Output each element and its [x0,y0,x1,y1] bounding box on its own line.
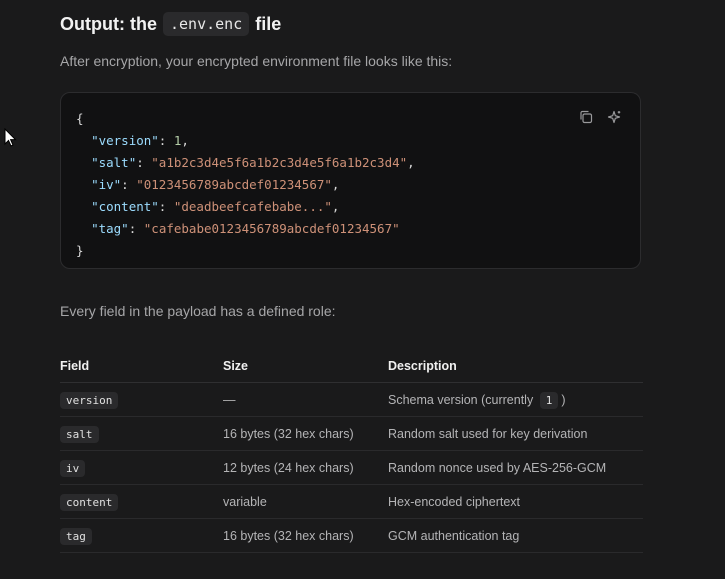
cell-description: Random salt used for key derivation [388,416,643,451]
heading-suffix: file [255,13,282,34]
table-row: salt 16 bytes (32 hex chars) Random salt u… [60,416,643,451]
cell-description: Schema version (currently 1) [388,382,643,417]
header-field: Field [60,349,223,383]
field-name-code: version [60,391,119,409]
json-key: "iv" [91,177,122,192]
code-actions [578,109,622,125]
cell-field: tag [60,518,223,553]
code-block: { "version": 1, "salt": "a1b2c3d4e5f6a1b… [60,92,641,269]
table-row: content variable Hex-encoded ciphertext [60,484,643,519]
field-name-code: tag [60,527,92,545]
cell-size: 16 bytes (32 hex chars) [223,416,388,451]
description-text: Hex-encoded ciphertext [388,494,521,509]
cell-description: Hex-encoded ciphertext [388,484,643,519]
cell-field: version [60,382,223,417]
description-text: Random salt used for key derivation [388,426,588,441]
field-name-code: content [60,493,119,511]
page: Output: the .env.enc file After encrypti… [0,0,725,579]
json-key: "content" [91,199,159,214]
cell-description: Random nonce used by AES-256-GCM [388,450,643,485]
intro-paragraph: After encryption, your encrypted environ… [60,53,453,69]
table-header-row: Field Size Description [60,349,643,383]
cell-field: salt [60,416,223,451]
json-trailing: , [181,133,189,148]
header-description: Description [388,349,643,383]
header-size: Size [223,349,388,383]
copy-icon [580,110,593,124]
mouse-cursor-icon [4,128,17,147]
json-open-brace: { [76,111,84,126]
json-close-brace: } [76,243,84,258]
copy-code-button[interactable] [578,109,594,125]
table-row: iv 12 bytes (24 hex chars) Random nonce us… [60,450,643,485]
fields-table: Field Size Description version — Schema ve… [60,349,643,553]
description-text: Random nonce used by AES-256-GCM [388,460,607,475]
section-heading: Output: the .env.enc file [60,12,281,36]
json-key: "version" [91,133,159,148]
json-value: "0123456789abcdef01234567" [136,177,332,192]
sparkle-icon [607,110,620,123]
outro-paragraph: Every field in the payload has a defined… [60,303,336,319]
ai-explain-button[interactable] [606,109,622,125]
table-row: tag 16 bytes (32 hex chars) GCM authentica… [60,518,643,553]
cell-size: 16 bytes (32 hex chars) [223,518,388,553]
json-key: "tag" [91,221,129,236]
json-trailing: , [331,199,340,214]
heading-prefix: Output: the [60,13,157,34]
table-row: version — Schema version (currently 1) [60,382,643,417]
json-line: "salt": "a1b2c3d4e5f6a1b2c3d4e5f6a1b2c3d… [91,155,415,170]
description-suffix: ) [561,392,566,407]
cell-description: GCM authentication tag [388,518,643,553]
json-value: "cafebabe0123456789abcdef01234567" [143,221,400,236]
json-lines: "version": 1, "salt": "a1b2c3d4e5f6a1b2c… [76,133,415,236]
json-line: "tag": "cafebabe0123456789abcdef01234567… [91,221,400,236]
heading-filename-code: .env.enc [162,12,250,36]
json-key: "salt" [91,155,137,170]
field-name-code: iv [60,459,86,477]
json-line: "version": 1, [91,133,189,148]
table-body: version — Schema version (currently 1) salt… [60,382,643,553]
field-name-code: salt [60,425,99,443]
json-trailing: , [407,155,415,170]
json-trailing: , [331,177,340,192]
json-line: "iv": "0123456789abcdef01234567", [91,177,340,192]
cell-field: content [60,484,223,519]
json-value: "a1b2c3d4e5f6a1b2c3d4e5f6a1b2c3d4" [151,155,408,170]
cell-size: 12 bytes (24 hex chars) [223,450,388,485]
json-line: "content": "deadbeefcafebabe...", [91,199,340,214]
cell-size: — [223,382,388,417]
description-inline-code: 1 [539,391,559,409]
json-code: { "version": 1, "salt": "a1b2c3d4e5f6a1b… [76,108,415,262]
cell-size: variable [223,484,388,519]
description-text: Schema version (currently [388,392,534,407]
cell-field: iv [60,450,223,485]
description-text: GCM authentication tag [388,528,520,543]
json-value: "deadbeefcafebabe..." [173,199,332,214]
